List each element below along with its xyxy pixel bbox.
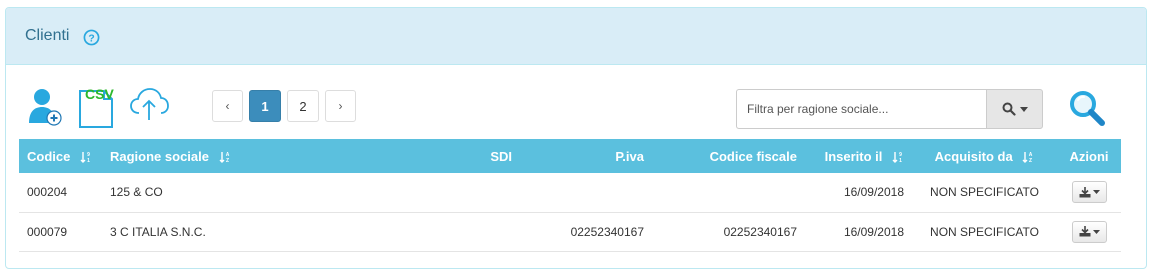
filter-group (736, 89, 1043, 129)
col-codice-label: Codice (27, 148, 71, 164)
col-acquisito-da[interactable]: Acquisito da A Z (912, 139, 1057, 173)
col-piva: P.iva (520, 139, 652, 173)
help-icon[interactable]: ? (83, 29, 100, 46)
cell-codice: 000204 (19, 173, 102, 213)
caret-down-icon (1019, 106, 1028, 112)
caret-down-icon (1092, 229, 1100, 234)
col-ragione-sociale-label: Ragione sociale (110, 148, 209, 164)
svg-text:Z: Z (226, 158, 229, 163)
download-icon (1079, 226, 1090, 237)
cell-inserito-il: 16/09/2018 (805, 212, 912, 252)
page-2-button[interactable]: 2 (287, 90, 319, 122)
csv-label: CSV (85, 86, 114, 102)
col-inserito-il[interactable]: Inserito il 9 1 (805, 139, 912, 173)
pagination: ‹ 1 2 › (212, 90, 362, 122)
svg-text:1: 1 (899, 158, 902, 163)
toolbar: CSV ‹ 1 2 › (6, 65, 1146, 147)
col-azioni-label: Azioni (1069, 148, 1109, 164)
table-row: 000079 3 C ITALIA S.N.C. 02252340167 022… (19, 212, 1121, 252)
search-icon (1002, 102, 1016, 116)
col-sdi-label: SDI (490, 148, 512, 164)
cell-sdi (407, 212, 520, 252)
sort-icon: A Z (1022, 152, 1033, 163)
col-inserito-il-label: Inserito il (824, 148, 883, 164)
row-actions-dropdown-button[interactable] (1071, 181, 1107, 204)
col-piva-label: P.iva (615, 148, 644, 164)
page-title: Clienti (25, 27, 70, 44)
table-row: 000204 125 & CO 16/09/2018 NON SPECIFICA… (19, 173, 1121, 213)
svg-text:1: 1 (87, 158, 90, 163)
download-icon (1079, 186, 1090, 198)
clients-table: Codice 9 1 Ragione sociale A Z SDI P.iva… (19, 139, 1121, 252)
add-user-icon[interactable] (27, 87, 63, 127)
sort-icon: 9 1 (892, 152, 902, 163)
col-codice-fiscale: Codice fiscale (652, 139, 805, 173)
filter-search-dropdown-button[interactable] (986, 89, 1043, 129)
prev-page-button[interactable]: ‹ (212, 90, 243, 122)
cell-inserito-il: 16/09/2018 (805, 173, 912, 213)
cell-sdi (407, 173, 520, 213)
row-actions-dropdown-button[interactable] (1071, 220, 1107, 243)
next-page-button[interactable]: › (325, 90, 356, 122)
svg-text:Z: Z (1029, 158, 1032, 163)
cell-ragione-sociale: 3 C ITALIA S.N.C. (102, 212, 407, 252)
cell-codice-fiscale (652, 173, 805, 213)
cell-piva: 02252340167 (520, 212, 652, 252)
col-acquisito-da-label: Acquisito da (934, 148, 1013, 164)
panel-heading: Clienti ? (6, 8, 1146, 65)
magnifier-icon[interactable] (1068, 89, 1106, 127)
filter-input[interactable] (736, 89, 986, 129)
caret-down-icon (1092, 190, 1100, 195)
col-ragione-sociale[interactable]: Ragione sociale A Z (102, 139, 407, 173)
cell-azioni (1057, 173, 1121, 213)
col-codice[interactable]: Codice 9 1 (19, 139, 102, 173)
table-header-row: Codice 9 1 Ragione sociale A Z SDI P.iva… (19, 139, 1121, 173)
svg-text:?: ? (89, 33, 95, 44)
cell-acquisito-da: NON SPECIFICATO (912, 173, 1057, 213)
cloud-upload-icon[interactable] (129, 87, 169, 121)
col-codice-fiscale-label: Codice fiscale (709, 148, 797, 164)
cell-azioni (1057, 212, 1121, 252)
cell-ragione-sociale: 125 & CO (102, 173, 407, 213)
export-csv-button[interactable]: CSV (76, 85, 120, 129)
sort-icon: 9 1 (80, 152, 90, 163)
cell-acquisito-da: NON SPECIFICATO (912, 212, 1057, 252)
cell-codice-fiscale: 02252340167 (652, 212, 805, 252)
page-1-button[interactable]: 1 (249, 90, 281, 122)
sort-icon: A Z (219, 152, 229, 163)
col-azioni: Azioni (1057, 139, 1121, 173)
cell-codice: 000079 (19, 212, 102, 252)
cell-piva (520, 173, 652, 213)
col-sdi: SDI (407, 139, 520, 173)
